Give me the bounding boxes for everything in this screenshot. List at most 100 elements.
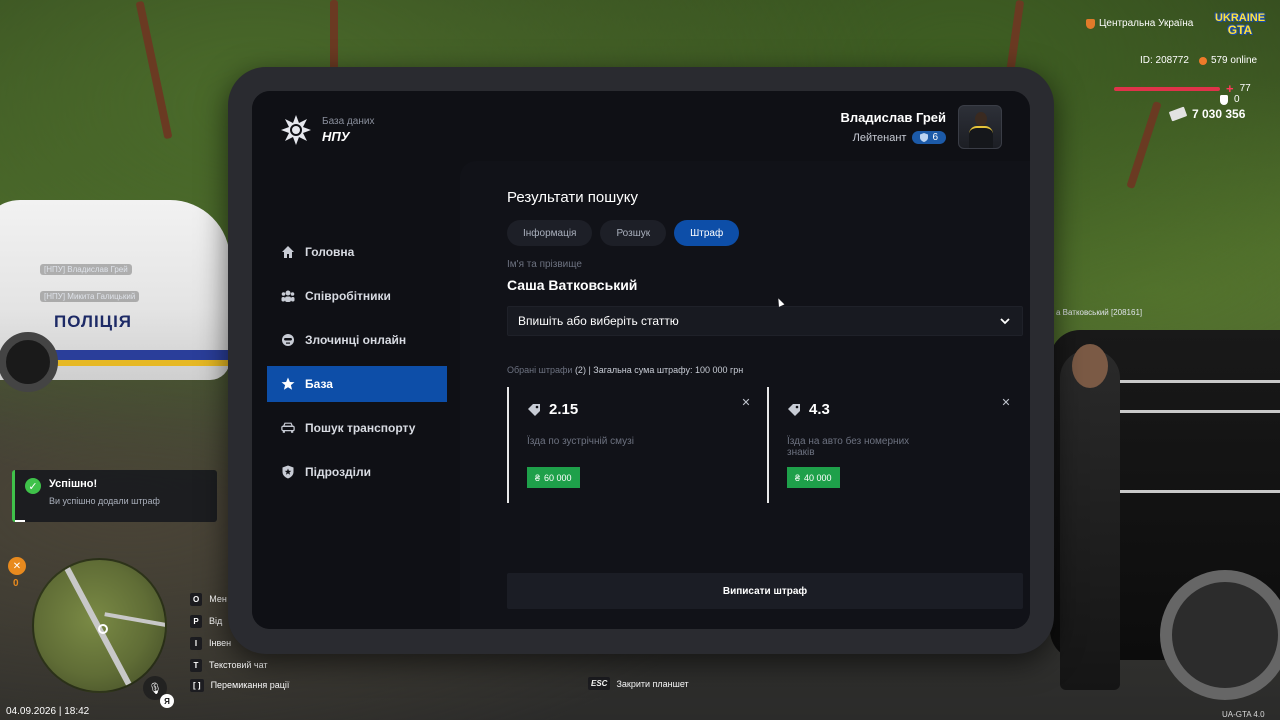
tree-trunk — [1126, 100, 1162, 190]
police-emblem-icon — [280, 114, 312, 146]
logo-line2: GTA — [1227, 23, 1253, 37]
check-icon: ✓ — [25, 478, 41, 494]
hud-id-row: ID: 208772 579 online — [1140, 55, 1257, 66]
player-tag: [НПУ] Микита Галицький — [40, 291, 140, 302]
close-icon[interactable]: ✕ — [999, 395, 1013, 409]
armor-row: 0 — [1220, 94, 1240, 105]
online-text: 579 online — [1210, 55, 1258, 66]
name-value: Саша Ватковський — [507, 277, 638, 293]
fine-title: 2.15 — [527, 401, 767, 418]
armor-icon — [1220, 94, 1228, 105]
tab-wanted[interactable]: Розшук — [600, 220, 667, 246]
esc-label: Закрити планшет — [616, 678, 689, 689]
fine-code: 4.3 — [809, 401, 830, 418]
hint-row: [ ] Перемикання рації — [190, 676, 289, 694]
avatar-head — [975, 112, 987, 126]
tab-fine[interactable]: Штраф — [674, 220, 740, 246]
user-rank: Лейтенант — [852, 131, 907, 144]
sidebar-item-units[interactable]: Підрозділи — [267, 454, 447, 490]
location-icon — [1086, 18, 1095, 29]
police-tablet: База даних НПУ Головна Співробітники Зло… — [228, 67, 1054, 654]
car-rail — [1090, 380, 1280, 383]
tab-info[interactable]: Інформація — [507, 220, 593, 246]
sidebar-item-home[interactable]: Головна — [267, 234, 447, 270]
selected-fines: 2.15 Їзда по зустрічній смузі ₴ 60 000 ✕… — [507, 387, 1027, 503]
fine-description: Їзда на авто без номерних знаків — [787, 436, 910, 458]
hint-key: T — [190, 658, 202, 672]
hint-label: Перемикання рації — [210, 680, 290, 690]
fine-amount-value: 60 000 — [544, 472, 572, 483]
black-car — [1050, 330, 1280, 700]
tablet-screen: База даних НПУ Головна Співробітники Зло… — [252, 91, 1030, 629]
page-title: Результати пошуку — [507, 189, 638, 206]
car-icon — [281, 421, 295, 435]
fines-summary: Обрані штрафи (2) | Загальна сума штрафу… — [507, 365, 743, 375]
sidebar-item-staff[interactable]: Співробітники — [267, 278, 447, 314]
tree-trunk — [330, 0, 338, 70]
esc-hint: ESC Закрити планшет — [588, 677, 689, 690]
fine-title: 4.3 — [787, 401, 1027, 418]
player-marker-icon — [98, 624, 108, 634]
hryvnia-icon: ₴ — [795, 472, 801, 483]
badge-shield-icon — [920, 133, 929, 142]
mask-icon — [281, 333, 295, 347]
fine-amount: ₴ 60 000 — [527, 467, 580, 488]
user-level: 6 — [932, 132, 938, 143]
fine-card: 4.3 Їзда на авто без номерних знаків ₴ 4… — [767, 387, 1027, 503]
hint-label: Інвен — [209, 638, 232, 648]
character — [1060, 344, 1120, 690]
hunger-icon: ✕ — [8, 557, 26, 575]
health-value: 77 — [1239, 83, 1251, 94]
summary-prefix: Обрані штрафи — [507, 365, 573, 375]
car-wheel — [1160, 570, 1280, 700]
sidebar-item-criminals[interactable]: Злочинці онлайн — [267, 322, 447, 358]
sidebar-item-label: Головна — [305, 245, 355, 259]
summary-count: (2) — [574, 365, 586, 375]
car-stripe — [40, 350, 240, 360]
hint-label: Мен — [209, 594, 227, 604]
article-select[interactable]: Впишіть або виберіть статтю — [507, 306, 1023, 336]
police-car: ПОЛІЦІЯ — [0, 200, 240, 392]
star-icon — [281, 377, 295, 391]
date-time: 04.09.2026 | 18:42 — [6, 706, 90, 717]
home-icon — [281, 245, 295, 259]
avatar — [958, 105, 1002, 149]
map-road — [104, 612, 165, 632]
avatar-body — [969, 126, 993, 148]
car-stripe — [40, 360, 240, 366]
health-bar — [1114, 86, 1220, 91]
car-wheel — [0, 332, 58, 392]
hint-key: [ ] — [190, 678, 204, 692]
hint-label: Текстовий чат — [209, 660, 268, 670]
brand-title: НПУ — [322, 129, 350, 144]
article-select-text: Впишіть або виберіть статтю — [518, 314, 679, 328]
fine-code: 2.15 — [549, 401, 579, 418]
version-label: UA-GTA 4.0 — [1222, 710, 1265, 719]
player-tag: [НПУ] Владислав Грей — [40, 264, 132, 275]
player-id: ID: 208772 — [1140, 55, 1189, 66]
tag-icon — [788, 403, 800, 416]
hint-key: I — [190, 636, 202, 650]
sidebar-item-label: Пошук транспорту — [305, 421, 416, 435]
money-value: 7 030 356 — [1192, 107, 1246, 121]
tree-trunk — [135, 0, 173, 140]
sidebar-item-database[interactable]: База — [267, 366, 447, 402]
map-road — [54, 560, 135, 691]
sidebar-item-label: Співробітники — [305, 289, 391, 303]
online-count: 579 online — [1198, 55, 1258, 66]
fine-amount-value: 40 000 — [804, 472, 832, 483]
issue-fine-button[interactable]: Виписати штраф — [507, 573, 1023, 609]
close-icon[interactable]: ✕ — [739, 395, 753, 409]
users-icon — [281, 289, 295, 303]
language-indicator: Я — [160, 694, 174, 708]
brand-subtitle: База даних — [322, 116, 375, 127]
notification-title: Успішно! — [49, 478, 98, 490]
chevron-down-icon — [1000, 314, 1010, 328]
sidebar-item-vehicle-search[interactable]: Пошук транспорту — [267, 410, 447, 446]
car-rail — [1090, 410, 1280, 413]
fine-description: Їзда по зустрічній смузі — [527, 436, 634, 447]
sidebar-item-label: Підрозділи — [305, 465, 371, 479]
sidebar-item-label: Злочинці онлайн — [305, 333, 407, 347]
server-logo: UKRAINE GTA — [1212, 12, 1268, 42]
notification-text: Ви успішно додали штраф — [49, 496, 160, 506]
